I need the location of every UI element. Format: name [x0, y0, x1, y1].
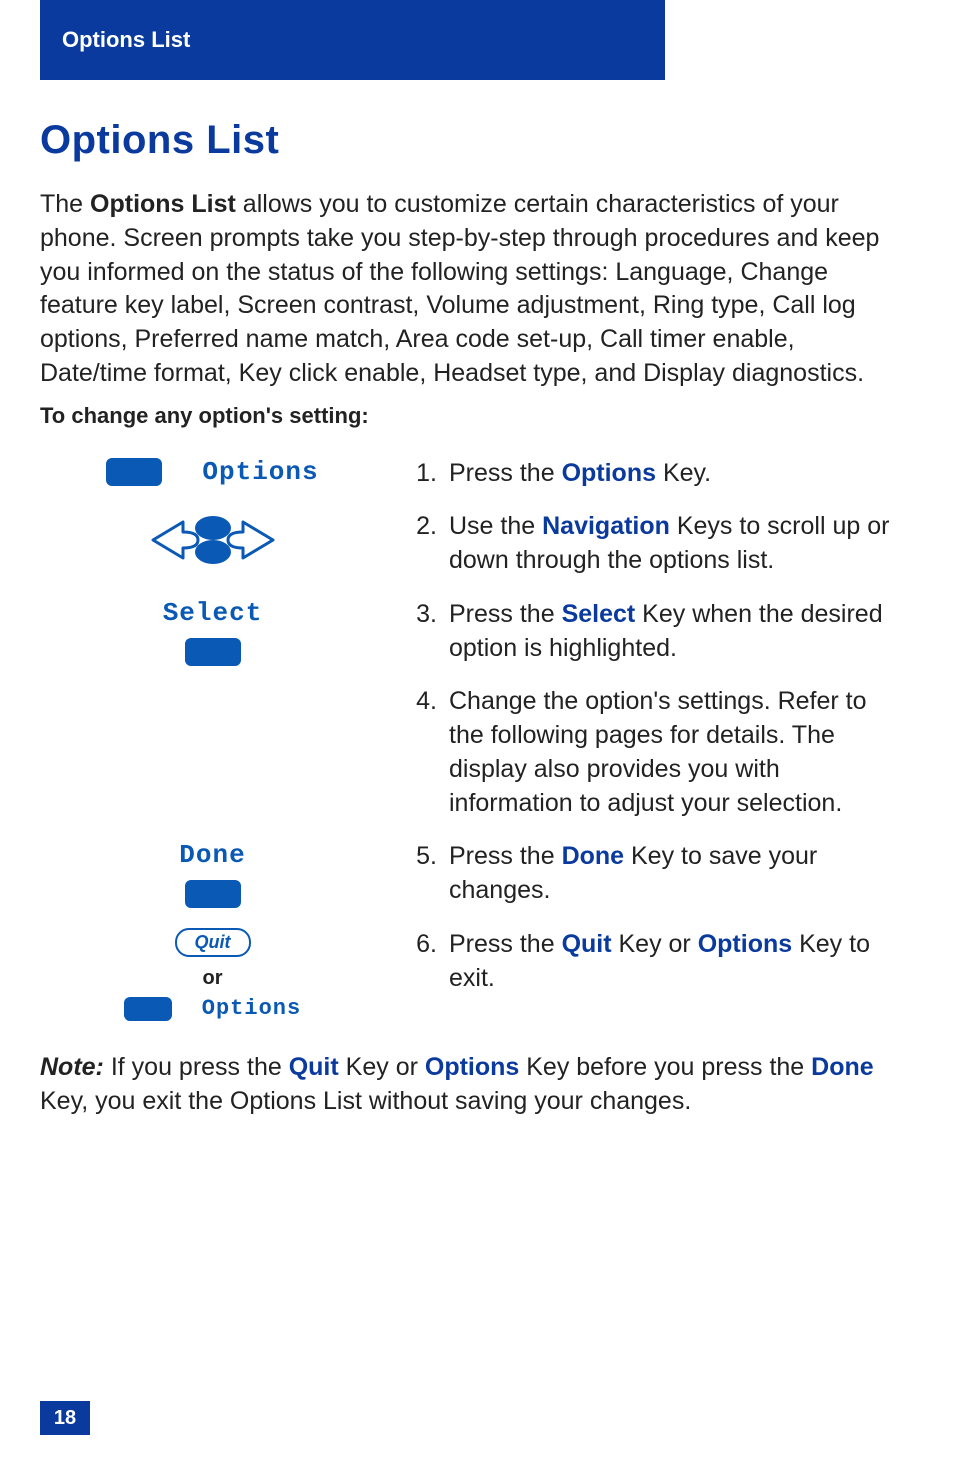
step-text-3: 3.Press the Select Key when the desired … [395, 588, 894, 676]
header-tab: Options List [40, 0, 665, 80]
key-name: Select [562, 600, 636, 628]
step-number: 5. [395, 840, 449, 908]
step-number: 2. [395, 510, 449, 578]
visual-step-1: Options [40, 447, 385, 501]
intro-bold: Options List [90, 190, 236, 218]
intro-post: allows you to customize certain characte… [40, 190, 879, 387]
step-number: 4. [395, 685, 449, 820]
step-body: Change the option's settings. Refer to t… [449, 685, 894, 820]
step-body: Press the Options Key. [449, 457, 711, 491]
step-text-6: 6.Press the Quit Key or Options Key to e… [395, 918, 894, 1031]
step-text-2: 2.Use the Navigation Keys to scroll up o… [395, 500, 894, 588]
page-content: Options List The Options List allows you… [40, 100, 894, 1144]
subheading: To change any option's setting: [40, 403, 894, 429]
softkey-icon [106, 458, 162, 486]
softkey-icon [124, 997, 172, 1021]
or-label: or [203, 967, 223, 990]
key-name: Navigation [542, 512, 670, 540]
step-text-4: 4.Change the option's settings. Refer to… [395, 675, 894, 830]
step-number: 1. [395, 457, 449, 491]
steps-grid: Options 1.Press the Options Key. 2.Use t… [40, 447, 894, 1032]
visual-step-6: Quit or Options [40, 918, 385, 1031]
intro-paragraph: The Options List allows you to customize… [40, 188, 894, 391]
key-name: Quit [289, 1053, 339, 1081]
quit-key-icon: Quit [175, 928, 251, 957]
key-name: Quit [562, 930, 612, 958]
lcd-label-done: Done [179, 840, 245, 870]
key-name: Options [562, 459, 656, 487]
key-name: Done [811, 1053, 874, 1081]
lcd-label-select: Select [163, 598, 263, 628]
page-number: 18 [40, 1401, 90, 1435]
step-body: Press the Done Key to save your changes. [449, 840, 894, 908]
key-name: Done [562, 842, 625, 870]
step-number: 6. [395, 928, 449, 996]
step-text-5: 5.Press the Done Key to save your change… [395, 830, 894, 918]
visual-step-5: Done [40, 830, 385, 918]
lcd-label-options: Options [202, 457, 318, 487]
softkey-icon [185, 880, 241, 908]
softkey-icon [185, 638, 241, 666]
lcd-label-options: Options [202, 996, 301, 1021]
key-name: Options [425, 1053, 519, 1081]
step-body: Use the Navigation Keys to scroll up or … [449, 510, 894, 578]
page-title: Options List [40, 118, 894, 163]
note-paragraph: Note: If you press the Quit Key or Optio… [40, 1051, 894, 1119]
step-body: Press the Select Key when the desired op… [449, 598, 894, 666]
key-name: Options [698, 930, 792, 958]
note-body: If you press the Quit Key or Options Key… [40, 1053, 874, 1115]
step-number: 3. [395, 598, 449, 666]
visual-step-3: Select [40, 588, 385, 831]
intro-pre: The [40, 190, 90, 218]
navigation-keys-icon [143, 510, 283, 570]
header-title: Options List [62, 27, 190, 53]
step-body: Press the Quit Key or Options Key to exi… [449, 928, 894, 996]
step-text-1: 1.Press the Options Key. [395, 447, 894, 501]
visual-step-2 [40, 500, 385, 588]
note-label: Note: [40, 1053, 104, 1081]
